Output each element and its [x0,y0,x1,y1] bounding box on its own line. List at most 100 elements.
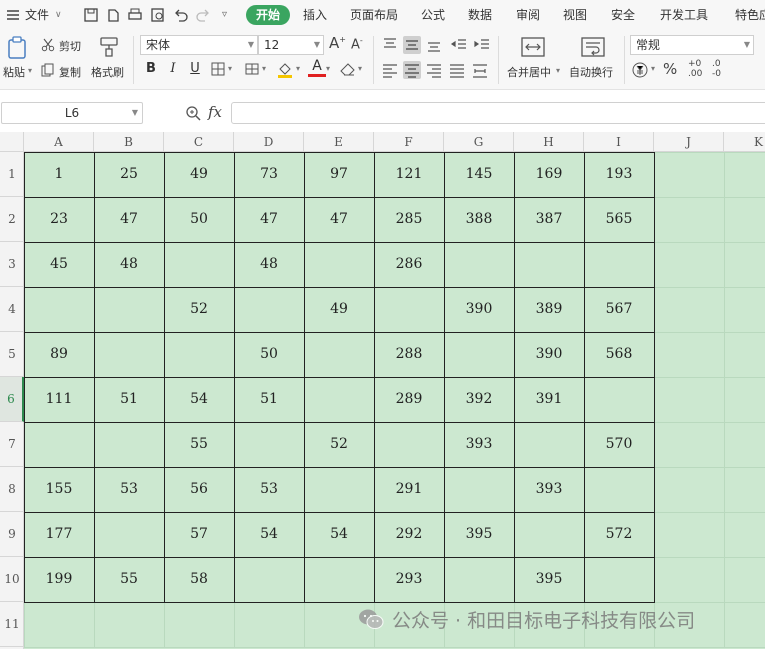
file-menu[interactable]: 文件 [25,0,49,30]
percent-style-button[interactable]: % [663,60,677,78]
row-header-9[interactable]: 9 [0,512,24,557]
cell-d10[interactable] [234,557,304,602]
cell-c5[interactable] [164,332,234,377]
row-header-2[interactable]: 2 [0,197,24,242]
distributed-align-icon[interactable] [471,61,489,79]
font-color-button[interactable]: A [308,58,326,77]
row-header-8[interactable]: 8 [0,467,24,512]
clear-format-icon[interactable] [339,61,357,77]
cell-b1[interactable]: 25 [94,152,164,197]
cell-g4[interactable]: 390 [444,287,514,332]
formula-input[interactable] [231,102,765,124]
cell-f5[interactable]: 288 [374,332,444,377]
paste-button[interactable]: 粘贴 [3,64,25,80]
cell-c7[interactable]: 55 [164,422,234,467]
cell-a5[interactable]: 89 [24,332,94,377]
cell-b4[interactable] [94,287,164,332]
cell-g1[interactable]: 145 [444,152,514,197]
insert-function-button[interactable]: fx [208,103,222,121]
tab-review[interactable]: 审阅 [516,0,540,30]
column-header-j[interactable]: J [654,132,724,152]
cell-c2[interactable]: 50 [164,197,234,242]
print-icon[interactable] [127,7,143,23]
cell-i8[interactable] [584,467,654,512]
cell-h1[interactable]: 169 [514,152,584,197]
cell-g9[interactable]: 395 [444,512,514,557]
select-all-corner[interactable] [0,132,24,152]
tab-home[interactable]: 开始 [246,5,291,25]
column-header-e[interactable]: E [304,132,374,152]
cell-i2[interactable]: 565 [584,197,654,242]
undo-icon[interactable] [173,7,189,23]
hamburger-icon[interactable] [6,8,20,22]
cell-h2[interactable]: 387 [514,197,584,242]
cell-b2[interactable]: 47 [94,197,164,242]
cell-f8[interactable]: 291 [374,467,444,512]
bold-button[interactable]: B [142,60,160,78]
tab-formulas[interactable]: 公式 [421,0,445,30]
cell-c6[interactable]: 54 [164,377,234,422]
merge-center-chevron-icon[interactable]: ▾ [556,66,560,75]
cell-b3[interactable]: 48 [94,242,164,287]
cell-a2[interactable]: 23 [24,197,94,242]
export-pdf-icon[interactable] [105,7,121,23]
cell-f2[interactable]: 285 [374,197,444,242]
cell-e5[interactable] [304,332,374,377]
currency-icon[interactable] [631,61,649,79]
borders-icon[interactable] [210,61,226,77]
cell-a6[interactable]: 111 [24,377,94,422]
underline-button[interactable]: U [186,60,204,78]
cell-i9[interactable]: 572 [584,512,654,557]
cell-g8[interactable] [444,467,514,512]
cell-f1[interactable]: 121 [374,152,444,197]
column-header-a[interactable]: A [24,132,94,152]
tab-security[interactable]: 安全 [611,0,635,30]
decrease-font-size-icon[interactable]: A- [351,36,363,52]
row-header-7[interactable]: 7 [0,422,24,467]
cell-h9[interactable] [514,512,584,557]
cell-i4[interactable]: 567 [584,287,654,332]
cell-c9[interactable]: 57 [164,512,234,557]
cell-i5[interactable]: 568 [584,332,654,377]
cell-e3[interactable] [304,242,374,287]
wrap-text-icon[interactable] [581,36,605,58]
cell-b10[interactable]: 55 [94,557,164,602]
cell-e1[interactable]: 97 [304,152,374,197]
tab-view[interactable]: 视图 [563,0,587,30]
paste-icon[interactable] [7,36,29,60]
file-menu-chevron-icon[interactable]: ∨ [55,0,62,30]
cell-d2[interactable]: 47 [234,197,304,242]
column-header-g[interactable]: G [444,132,514,152]
cell-a1[interactable]: 1 [24,152,94,197]
name-box[interactable]: L6 ▼ [1,102,143,124]
cell-d1[interactable]: 73 [234,152,304,197]
cell-f4[interactable] [374,287,444,332]
column-header-c[interactable]: C [164,132,234,152]
fill-pattern-chevron-icon[interactable]: ▾ [262,64,266,73]
fill-pattern-icon[interactable] [244,61,260,77]
font-size-select[interactable]: 12 ▼ [258,35,324,55]
print-preview-icon[interactable] [150,7,166,23]
cell-f7[interactable] [374,422,444,467]
cell-g3[interactable] [444,242,514,287]
format-painter-button[interactable]: 格式刷 [91,64,124,80]
cut-icon[interactable] [41,38,55,52]
cell-e2[interactable]: 47 [304,197,374,242]
cell-a7[interactable] [24,422,94,467]
fill-color-chevron-icon[interactable]: ▾ [296,64,300,73]
cell-b8[interactable]: 53 [94,467,164,512]
cell-e9[interactable]: 54 [304,512,374,557]
spreadsheet-grid[interactable]: ABCDEFGHIJK 1 2 3 4 5 6 7 8 9 10 11 1 25 49 73 97 121 14… [0,132,765,649]
tab-page-layout[interactable]: 页面布局 [350,0,398,30]
row-header-4[interactable]: 4 [0,287,24,332]
row-header-5[interactable]: 5 [0,332,24,377]
cell-e8[interactable] [304,467,374,512]
tab-developer[interactable]: 开发工具 [660,0,708,30]
cell-c4[interactable]: 52 [164,287,234,332]
cell-g5[interactable] [444,332,514,377]
cell-h5[interactable]: 390 [514,332,584,377]
cell-a8[interactable]: 155 [24,467,94,512]
cell-g10[interactable] [444,557,514,602]
tab-features[interactable]: 特色应 [735,0,765,30]
cell-a10[interactable]: 199 [24,557,94,602]
